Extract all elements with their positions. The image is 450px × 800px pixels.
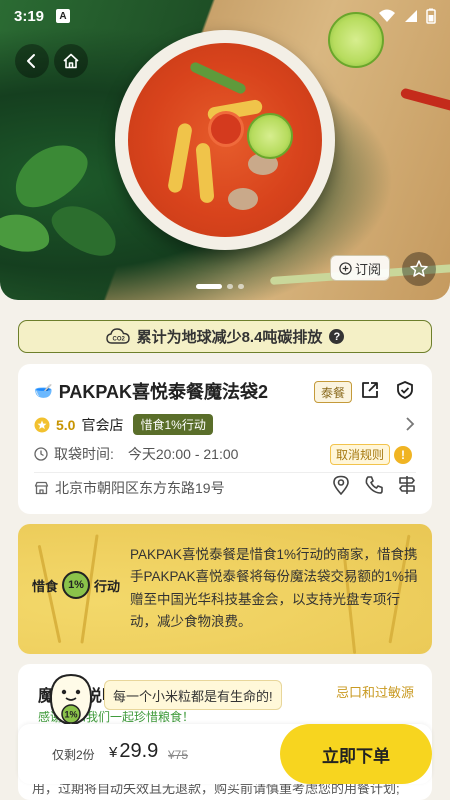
rating-score: 5.0: [56, 416, 76, 433]
mushroom: [228, 188, 258, 210]
divider: [34, 472, 416, 473]
alert-icon: !: [394, 445, 412, 464]
rice-mascot[interactable]: 1%: [46, 672, 96, 728]
mascot-tooltip-text: 每一个小米粒都是有生命的!: [113, 688, 273, 704]
campaign-promo[interactable]: 惜食 1% 行动 PAKPAK喜悦泰餐是惜食1%行动的商家，惜食携手PAKPAK…: [18, 524, 432, 654]
currency: ¥: [109, 744, 118, 761]
store-title: PAKPAK喜悦泰餐魔法袋2: [58, 382, 269, 402]
home-icon: [63, 53, 79, 69]
tomato: [208, 111, 244, 147]
price-value: 29.9: [119, 740, 159, 762]
co2-icon: CO2: [105, 327, 130, 344]
carbon-banner[interactable]: CO2 累计为地球减少8.4吨碳排放 ?: [18, 320, 432, 353]
campaign-badge: 惜食1%行动: [133, 414, 213, 435]
original-price: ¥75: [168, 748, 189, 762]
subscribe-label: 订阅: [354, 261, 381, 277]
logo-right-text: 行动: [94, 578, 121, 594]
clock-icon: [34, 447, 48, 461]
basil-leaf: [0, 210, 53, 256]
mascot-tooltip: 每一个小米粒都是有生命的!: [104, 680, 282, 710]
signpost-icon[interactable]: [398, 475, 416, 495]
carbon-text: 累计为地球减少8.4吨碳排放: [136, 329, 323, 346]
bowl-icon: 🥣: [34, 383, 53, 400]
favorite-button[interactable]: [402, 252, 436, 286]
plus-circle-icon: [339, 261, 352, 275]
chevron-right-icon[interactable]: [404, 416, 416, 432]
allergy-link[interactable]: 忌口和过敏源: [336, 682, 414, 701]
carousel-dot[interactable]: [227, 284, 233, 289]
category-tag: 泰餐: [314, 381, 353, 403]
lime-slice: [247, 113, 293, 159]
shield-check-icon[interactable]: [395, 380, 415, 400]
remaining-count: 仅剩2份: [52, 748, 95, 762]
svg-text:CO2: CO2: [112, 336, 125, 342]
back-button[interactable]: [15, 44, 49, 78]
chili: [399, 87, 450, 113]
logo-left-text: 惜食: [32, 578, 59, 594]
pickup-label: 取袋时间:: [54, 446, 114, 462]
store-icon: [34, 481, 49, 495]
pickup-time: 今天20:00 - 21:00: [127, 446, 239, 462]
bottom-bar: 仅剩2份 ¥29.9 ¥75 立即下单: [18, 724, 432, 784]
logo-pct: 1%: [62, 571, 91, 599]
mascot-badge: 1%: [64, 710, 77, 720]
battery-icon: [426, 8, 436, 24]
carousel-dot[interactable]: [238, 284, 244, 289]
star-icon: [410, 260, 428, 277]
cancel-rule[interactable]: 取消规则 !: [329, 444, 412, 465]
help-icon[interactable]: ?: [329, 329, 345, 344]
basil-leaf: [2, 131, 98, 219]
address-text: 北京市朝阳区东方东路19号: [55, 480, 225, 496]
campaign-text: PAKPAK喜悦泰餐是惜食1%行动的商家，惜食携手PAKPAK喜悦泰餐将每份魔法…: [130, 547, 418, 629]
price: ¥29.9: [109, 740, 158, 763]
store-type: 官会店: [81, 416, 124, 433]
pickup-row: 取袋时间: 今天20:00 - 21:00: [34, 444, 238, 464]
notification-icon: A: [56, 9, 71, 23]
subscribe-button[interactable]: 订阅: [330, 255, 390, 281]
back-icon: [27, 54, 35, 68]
location-pin-icon[interactable]: [332, 475, 350, 495]
phone-icon[interactable]: [364, 475, 384, 495]
home-button[interactable]: [54, 44, 88, 78]
campaign-logo: 惜食 1% 行动: [32, 571, 120, 599]
status-time: 3:19: [14, 7, 45, 25]
soup: [128, 43, 322, 237]
herb: [188, 60, 248, 96]
rating-row[interactable]: 5.0 官会店 惜食1%行动: [34, 414, 213, 435]
carousel-indicator: [196, 284, 244, 289]
baby-corn: [167, 122, 193, 194]
cancel-rule-label: 取消规则: [329, 444, 390, 465]
address-row[interactable]: 北京市朝阳区东方东路19号: [34, 478, 225, 498]
rating-star-icon: [34, 417, 50, 432]
signal-icon: [405, 10, 417, 22]
share-icon[interactable]: [360, 380, 380, 400]
buy-now-button[interactable]: 立即下单: [280, 724, 432, 784]
baby-corn: [195, 142, 215, 204]
store-card: 🥣 PAKPAK喜悦泰餐魔法袋2 泰餐 5.0 官会店 惜食1%行动 取袋时间:…: [18, 364, 432, 514]
status-bar: 3:19 A: [0, 0, 450, 32]
basil-leaf: [44, 195, 126, 265]
carousel-dot[interactable]: [196, 284, 222, 289]
wifi-icon: [379, 9, 395, 22]
buy-now-label: 立即下单: [322, 746, 390, 766]
address-actions: [332, 475, 416, 495]
